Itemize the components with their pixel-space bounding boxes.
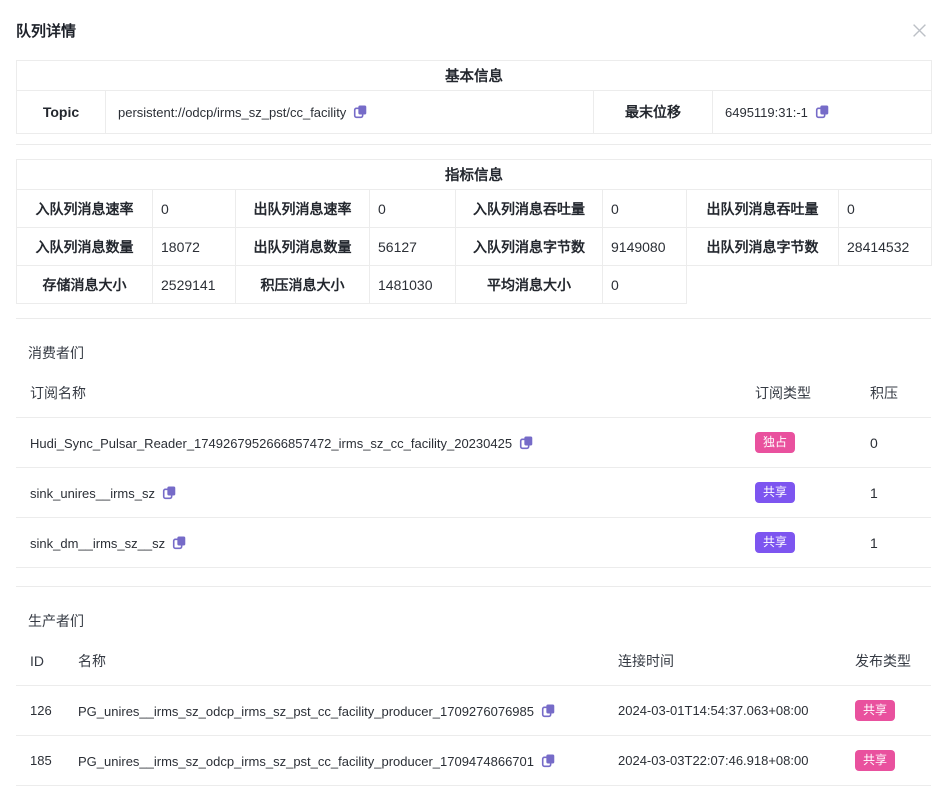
copy-icon[interactable] bbox=[541, 753, 556, 768]
producer-id: 126 bbox=[16, 686, 64, 736]
basic-info-header: 基本信息 bbox=[17, 61, 932, 91]
consumers-table: 订阅名称 订阅类型 积压 Hudi_Sync_Pulsar_Reader_174… bbox=[16, 373, 931, 568]
producers-table: ID 名称 连接时间 发布类型 126 PG_unires__irms_sz_o… bbox=[16, 641, 931, 786]
publish-type-badge: 共享 bbox=[855, 700, 895, 721]
subscription-name: Hudi_Sync_Pulsar_Reader_1749267952666857… bbox=[30, 436, 512, 451]
column-id: ID bbox=[16, 641, 64, 686]
last-offset-label: 最末位移 bbox=[594, 91, 713, 134]
copy-icon[interactable] bbox=[162, 485, 177, 500]
subscription-type-cell: 共享 bbox=[741, 518, 856, 568]
producers-header-row: ID 名称 连接时间 发布类型 bbox=[16, 641, 931, 686]
copy-icon[interactable] bbox=[815, 104, 830, 119]
producer-name: PG_unires__irms_sz_odcp_irms_sz_pst_cc_f… bbox=[78, 704, 534, 719]
topic-value-cell: persistent://odcp/irms_sz_pst/cc_facilit… bbox=[106, 91, 594, 134]
copy-icon[interactable] bbox=[541, 703, 556, 718]
metric-value: 56127 bbox=[370, 228, 456, 266]
column-producer-name: 名称 bbox=[64, 641, 604, 686]
queue-detail-dialog: 队列详情 基本信息 Topic persistent://odcp/irms_s… bbox=[0, 0, 947, 786]
producer-connect-time: 2024-03-03T22:07:46.918+08:00 bbox=[604, 736, 841, 786]
consumer-row: Hudi_Sync_Pulsar_Reader_1749267952666857… bbox=[16, 418, 931, 468]
metric-value: 0 bbox=[370, 190, 456, 228]
subscription-name-cell: sink_unires__irms_sz bbox=[16, 468, 741, 518]
metric-value: 1481030 bbox=[370, 266, 456, 304]
basic-info-table: 基本信息 Topic persistent://odcp/irms_sz_pst… bbox=[16, 60, 932, 134]
consumer-row: sink_dm__irms_sz__sz 共享 1 bbox=[16, 518, 931, 568]
metric-label: 入队列消息吞吐量 bbox=[456, 190, 603, 228]
metrics-header: 指标信息 bbox=[17, 160, 932, 190]
metrics-row: 入队列消息数量 18072 出队列消息数量 56127 入队列消息字节数 914… bbox=[17, 228, 932, 266]
metric-label: 出队列消息数量 bbox=[236, 228, 370, 266]
metric-value: 18072 bbox=[153, 228, 236, 266]
subscription-type-badge: 共享 bbox=[755, 482, 795, 503]
subscription-name: sink_unires__irms_sz bbox=[30, 486, 155, 501]
topic-label: Topic bbox=[17, 91, 106, 134]
empty-cell bbox=[687, 266, 932, 304]
dialog-header: 队列详情 bbox=[16, 0, 931, 42]
metric-value: 28414532 bbox=[839, 228, 932, 266]
basic-info-row: Topic persistent://odcp/irms_sz_pst/cc_f… bbox=[17, 91, 932, 134]
publish-type-badge: 共享 bbox=[855, 750, 895, 771]
metrics-row: 入队列消息速率 0 出队列消息速率 0 入队列消息吞吐量 0 出队列消息吞吐量 … bbox=[17, 190, 932, 228]
metric-label: 出队列消息字节数 bbox=[687, 228, 839, 266]
backlog-value: 0 bbox=[856, 418, 931, 468]
subscription-name-cell: sink_dm__irms_sz__sz bbox=[16, 518, 741, 568]
last-offset-value: 6495119:31:-1 bbox=[725, 105, 808, 120]
backlog-value: 1 bbox=[856, 518, 931, 568]
publish-type-cell: 共享 bbox=[841, 686, 931, 736]
subscription-name-cell: Hudi_Sync_Pulsar_Reader_1749267952666857… bbox=[16, 418, 741, 468]
copy-icon[interactable] bbox=[172, 535, 187, 550]
metric-label: 平均消息大小 bbox=[456, 266, 603, 304]
close-icon[interactable] bbox=[908, 19, 931, 42]
consumers-section-title: 消费者们 bbox=[16, 343, 931, 363]
divider bbox=[16, 144, 931, 145]
column-connect-time: 连接时间 bbox=[604, 641, 841, 686]
divider bbox=[16, 586, 931, 587]
last-offset-value-cell: 6495119:31:-1 bbox=[713, 91, 932, 134]
producer-name-cell: PG_unires__irms_sz_odcp_irms_sz_pst_cc_f… bbox=[64, 736, 604, 786]
producer-row: 126 PG_unires__irms_sz_odcp_irms_sz_pst_… bbox=[16, 686, 931, 736]
subscription-type-badge: 独占 bbox=[755, 432, 795, 453]
metric-label: 积压消息大小 bbox=[236, 266, 370, 304]
metric-value: 0 bbox=[603, 190, 687, 228]
subscription-name: sink_dm__irms_sz__sz bbox=[30, 536, 165, 551]
publish-type-cell: 共享 bbox=[841, 736, 931, 786]
producer-connect-time: 2024-03-01T14:54:37.063+08:00 bbox=[604, 686, 841, 736]
column-subscription-type: 订阅类型 bbox=[741, 373, 856, 418]
metrics-table: 指标信息 入队列消息速率 0 出队列消息速率 0 入队列消息吞吐量 0 出队列消… bbox=[16, 159, 932, 304]
producer-name: PG_unires__irms_sz_odcp_irms_sz_pst_cc_f… bbox=[78, 754, 534, 769]
column-backlog: 积压 bbox=[856, 373, 931, 418]
consumers-header-row: 订阅名称 订阅类型 积压 bbox=[16, 373, 931, 418]
consumer-row: sink_unires__irms_sz 共享 1 bbox=[16, 468, 931, 518]
copy-icon[interactable] bbox=[519, 435, 534, 450]
column-publish-type: 发布类型 bbox=[841, 641, 931, 686]
backlog-value: 1 bbox=[856, 468, 931, 518]
metric-label: 出队列消息速率 bbox=[236, 190, 370, 228]
producer-id: 185 bbox=[16, 736, 64, 786]
metric-label: 入队列消息速率 bbox=[17, 190, 153, 228]
metric-value: 2529141 bbox=[153, 266, 236, 304]
metric-label: 出队列消息吞吐量 bbox=[687, 190, 839, 228]
dialog-title: 队列详情 bbox=[16, 20, 76, 41]
metric-value: 0 bbox=[603, 266, 687, 304]
metric-value: 0 bbox=[839, 190, 932, 228]
producer-row: 185 PG_unires__irms_sz_odcp_irms_sz_pst_… bbox=[16, 736, 931, 786]
producer-name-cell: PG_unires__irms_sz_odcp_irms_sz_pst_cc_f… bbox=[64, 686, 604, 736]
subscription-type-badge: 共享 bbox=[755, 532, 795, 553]
subscription-type-cell: 独占 bbox=[741, 418, 856, 468]
metric-label: 入队列消息数量 bbox=[17, 228, 153, 266]
subscription-type-cell: 共享 bbox=[741, 468, 856, 518]
metric-value: 9149080 bbox=[603, 228, 687, 266]
metric-label: 存储消息大小 bbox=[17, 266, 153, 304]
topic-value: persistent://odcp/irms_sz_pst/cc_facilit… bbox=[118, 105, 346, 120]
copy-icon[interactable] bbox=[353, 104, 368, 119]
metrics-row: 存储消息大小 2529141 积压消息大小 1481030 平均消息大小 0 bbox=[17, 266, 932, 304]
metric-value: 0 bbox=[153, 190, 236, 228]
column-subscription-name: 订阅名称 bbox=[16, 373, 741, 418]
producers-section-title: 生产者们 bbox=[16, 611, 931, 631]
metric-label: 入队列消息字节数 bbox=[456, 228, 603, 266]
divider bbox=[16, 318, 931, 319]
